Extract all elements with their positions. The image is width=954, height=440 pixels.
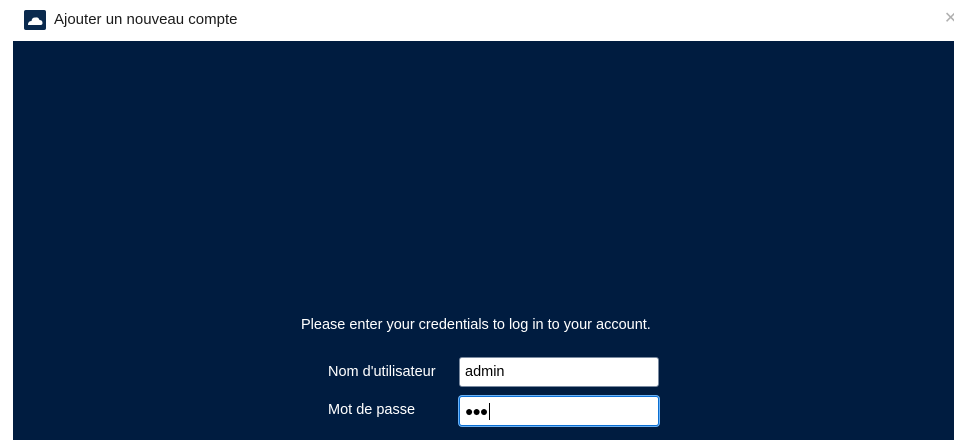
add-account-window: Ajouter un nouveau compte ✕ Please enter… (0, 0, 954, 440)
username-label: Nom d'utilisateur (328, 364, 436, 380)
login-panel: Please enter your credentials to log in … (13, 41, 954, 440)
cloud-icon (24, 10, 46, 30)
close-button[interactable]: ✕ (944, 8, 954, 30)
password-label: Mot de passe (328, 402, 416, 418)
password-input[interactable]: ●●● (459, 396, 659, 426)
password-mask: ●●● (465, 403, 488, 419)
text-caret (489, 402, 491, 420)
login-instructions: Please enter your credentials to log in … (301, 317, 651, 333)
username-input[interactable] (459, 357, 659, 387)
window-title: Ajouter un nouveau compte (54, 11, 238, 28)
title-bar: Ajouter un nouveau compte ✕ (0, 0, 954, 40)
